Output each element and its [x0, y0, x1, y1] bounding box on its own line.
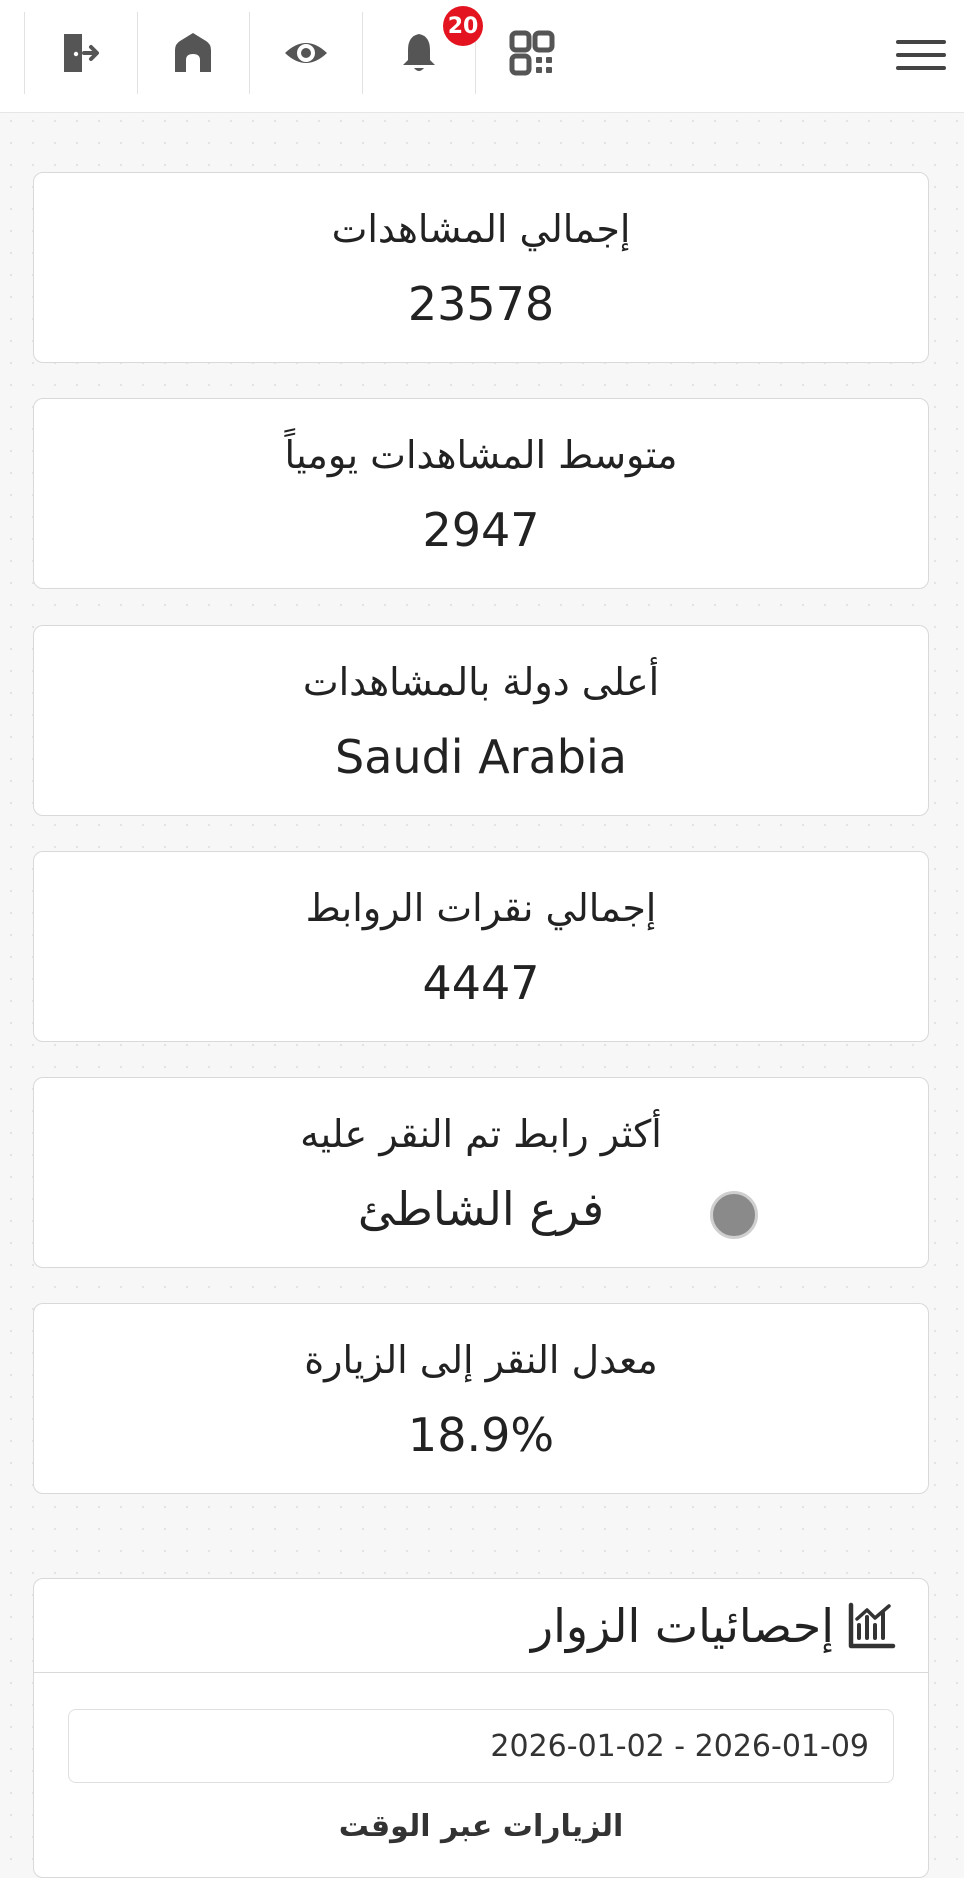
stat-label: إجمالي المشاهدات	[331, 207, 631, 251]
logout-icon	[64, 34, 99, 72]
stat-card-link-clicks: إجمالي نقرات الروابط 4447	[33, 851, 929, 1042]
stat-card-top-country: أعلى دولة بالمشاهدات Saudi Arabia	[33, 625, 929, 816]
touch-indicator-dot	[710, 1191, 758, 1239]
stat-card-top-link: أكثر رابط تم النقر عليه فرع الشاطئ	[33, 1077, 929, 1268]
stat-value: فرع الشاطئ	[357, 1182, 605, 1236]
home-button[interactable]	[137, 12, 250, 94]
stat-value: 18.9%	[407, 1408, 555, 1462]
home-icon	[175, 33, 211, 72]
stat-value: Saudi Arabia	[335, 730, 627, 784]
chart-title: الزيارات عبر الوقت	[338, 1809, 624, 1844]
qr-code-icon	[509, 30, 555, 76]
stat-value: 4447	[422, 956, 540, 1010]
stat-label: أكثر رابط تم النقر عليه	[300, 1112, 662, 1156]
visitor-stats-panel: إحصائيات الزوار 2026-01-02 - 2026-01-09 …	[33, 1578, 929, 1878]
stat-label: إجمالي نقرات الروابط	[305, 886, 657, 930]
stat-label: معدل النقر إلى الزيارة	[304, 1338, 658, 1382]
chart-line-icon	[848, 1602, 896, 1648]
stat-label: أعلى دولة بالمشاهدات	[302, 660, 660, 704]
date-range-picker[interactable]: 2026-01-02 - 2026-01-09	[68, 1709, 894, 1783]
stat-card-total-views: إجمالي المشاهدات 23578	[33, 172, 929, 363]
menu-icon-line	[896, 66, 946, 70]
menu-icon-line	[896, 53, 946, 57]
menu-icon-line	[896, 40, 946, 44]
stat-card-daily-average: متوسط المشاهدات يومياً 2947	[33, 398, 929, 589]
hamburger-menu-button[interactable]	[896, 30, 946, 80]
top-navbar: 20	[0, 0, 964, 113]
stat-value: 2947	[422, 503, 540, 557]
stat-card-click-rate: معدل النقر إلى الزيارة 18.9%	[33, 1303, 929, 1494]
view-button[interactable]	[250, 12, 363, 94]
stat-label: متوسط المشاهدات يومياً	[284, 433, 678, 477]
logout-button[interactable]	[24, 12, 138, 94]
bell-icon	[403, 34, 435, 71]
stat-value: 23578	[407, 277, 555, 331]
qr-code-button[interactable]	[476, 12, 588, 94]
panel-title: إحصائيات الزوار	[530, 1598, 834, 1653]
panel-header: إحصائيات الزوار	[34, 1579, 928, 1673]
eye-icon	[285, 43, 327, 63]
